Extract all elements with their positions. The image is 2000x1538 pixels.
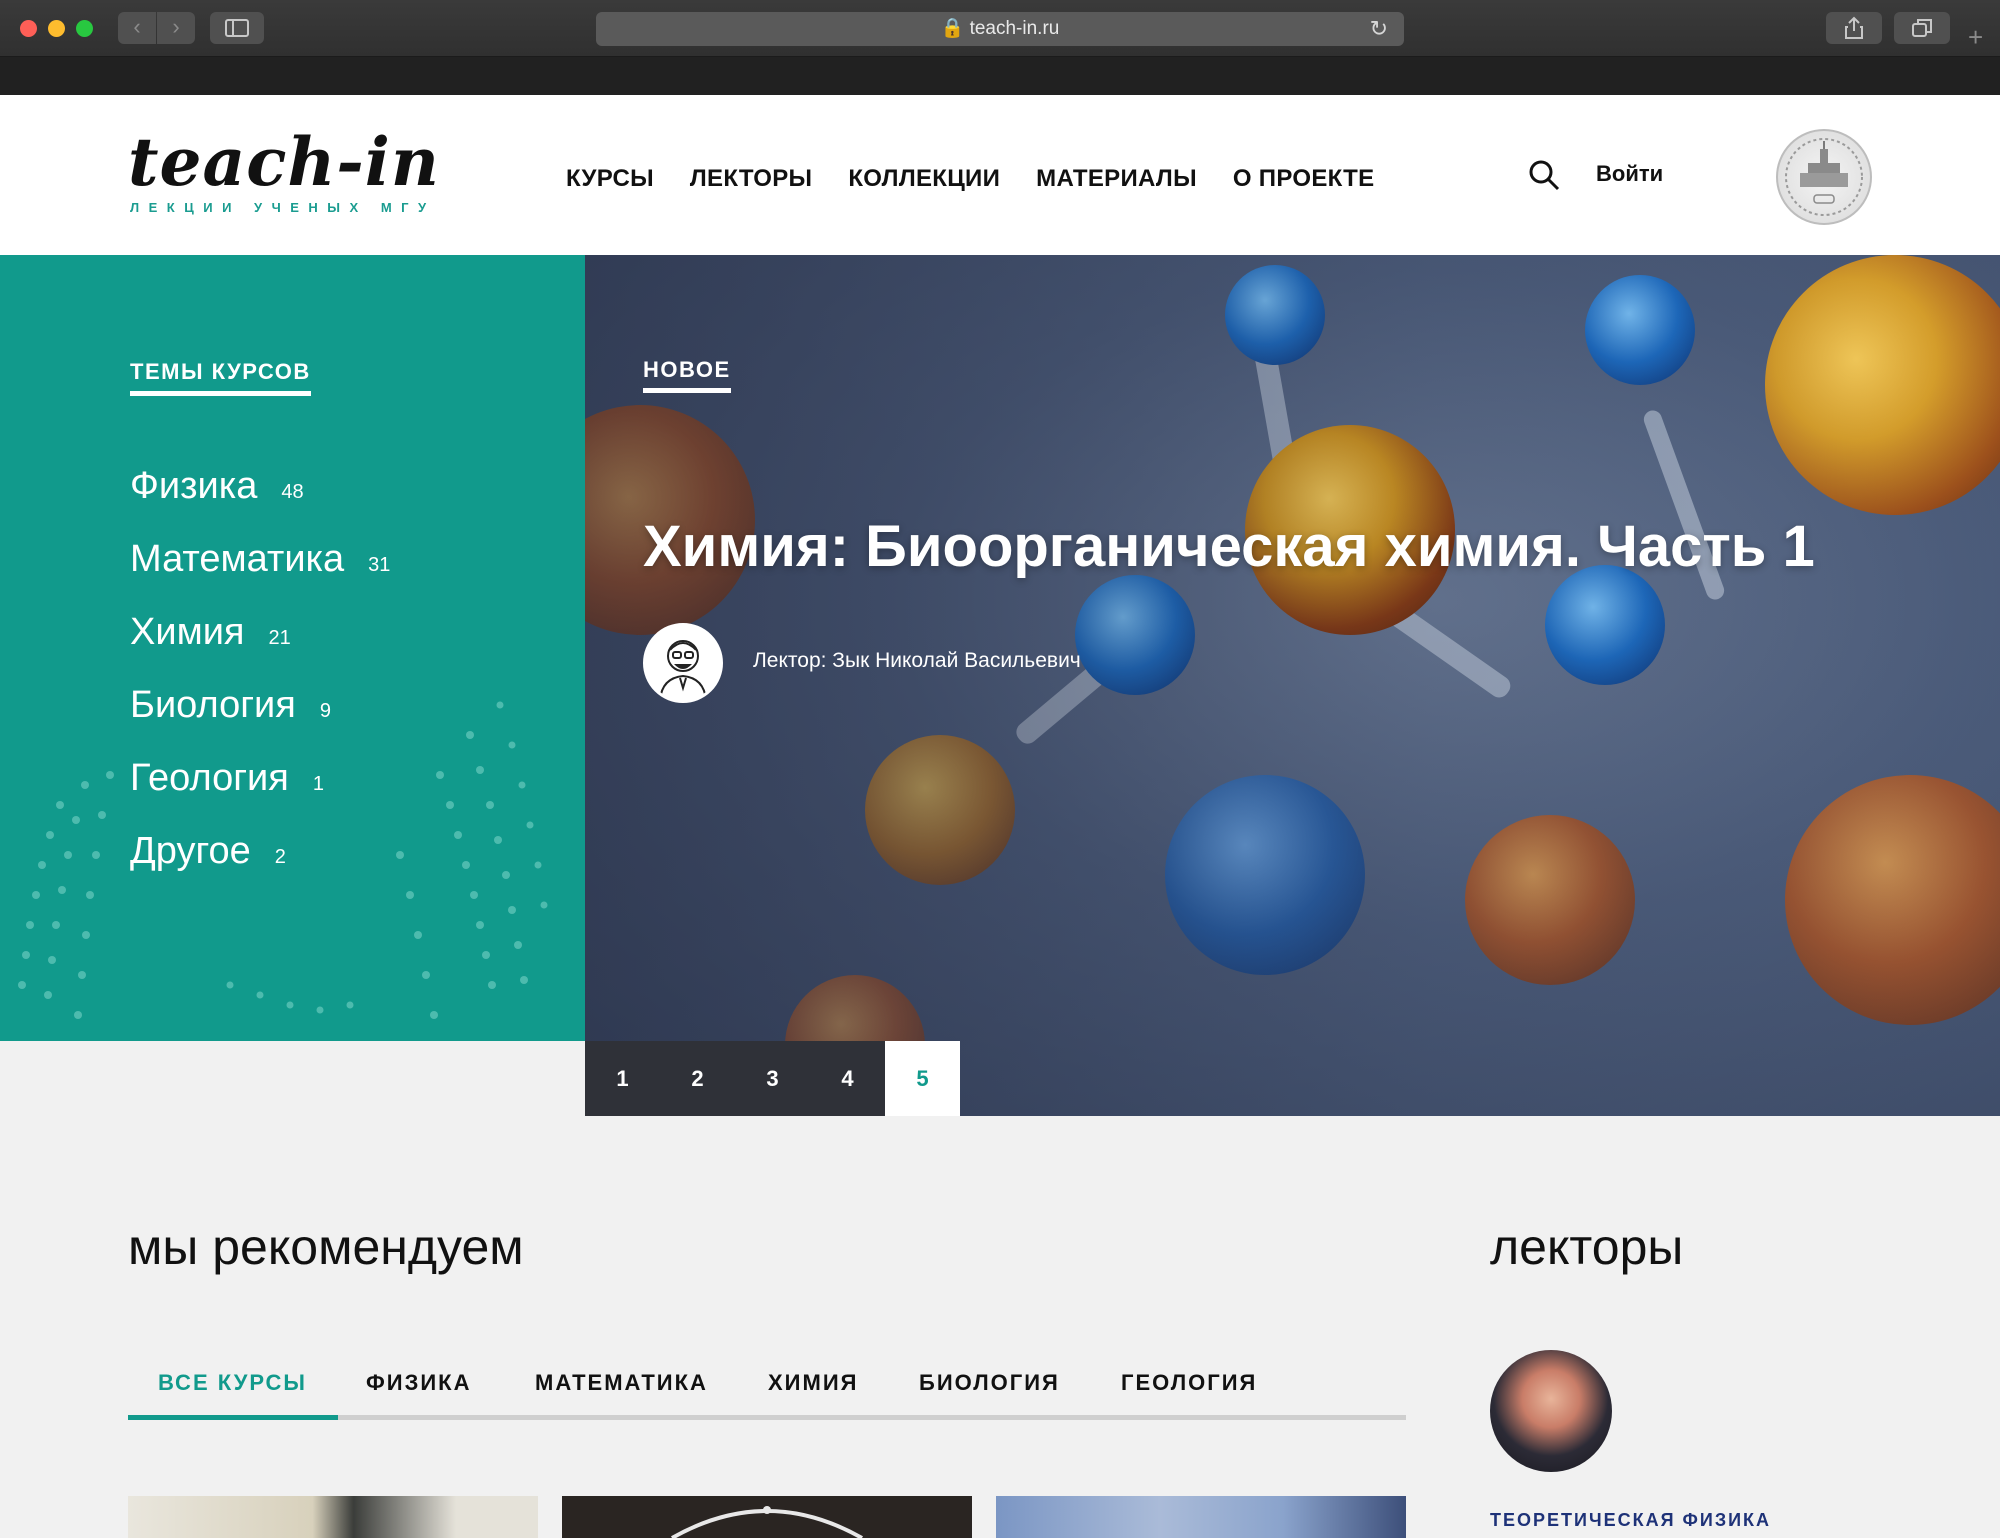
nav-courses[interactable]: КУРСЫ: [566, 165, 654, 193]
page-button-1[interactable]: 1: [585, 1041, 660, 1116]
hero-pagination: 1 2 3 4 5: [585, 1041, 960, 1116]
course-themes-panel: ТЕМЫ КУРСОВ Физика 48 Математика 31 Хими…: [0, 255, 585, 1041]
lecturers-heading: лекторы: [1490, 1219, 1684, 1275]
card-emblem-icon: [671, 1506, 863, 1538]
chevron-left-icon: ‹: [133, 14, 141, 39]
forward-button[interactable]: ›: [157, 12, 195, 44]
address-bar[interactable]: 🔒 teach-in.ru ↻: [596, 12, 1404, 46]
course-card[interactable]: [562, 1496, 972, 1538]
logo[interactable]: teach-in: [128, 123, 440, 201]
lecturer-portrait-icon: [659, 640, 707, 700]
tab-strip: [0, 57, 2000, 95]
nav-about[interactable]: О ПРОЕКТЕ: [1233, 165, 1375, 193]
browser-chrome: ‹ › 🔒 teach-in.ru ↻ +: [0, 0, 2000, 95]
tab-overview-button[interactable]: [1894, 12, 1950, 44]
theme-item-other[interactable]: Другое 2: [130, 830, 390, 903]
back-button[interactable]: ‹: [118, 12, 156, 44]
reload-icon[interactable]: ↻: [1370, 12, 1388, 46]
tab-chemistry[interactable]: ХИМИЯ: [768, 1370, 858, 1396]
theme-name: Химия: [130, 611, 245, 653]
themes-heading: ТЕМЫ КУРСОВ: [130, 359, 311, 396]
theme-item-math[interactable]: Математика 31: [130, 538, 390, 611]
hero-overlay: [585, 255, 2000, 1116]
theme-item-physics[interactable]: Физика 48: [130, 465, 390, 538]
page-button-2[interactable]: 2: [660, 1041, 735, 1116]
lecturer-photo[interactable]: [1490, 1350, 1612, 1472]
theme-count: 31: [368, 554, 391, 576]
sidebar-toggle-button[interactable]: [210, 12, 264, 44]
theme-name: Геология: [130, 757, 289, 799]
tab-geology[interactable]: ГЕОЛОГИЯ: [1121, 1370, 1257, 1396]
page-button-5-active[interactable]: 5: [885, 1041, 960, 1116]
share-icon: [1845, 16, 1863, 39]
active-tab-indicator: [128, 1415, 338, 1420]
close-window-button[interactable]: [20, 20, 37, 37]
share-button[interactable]: [1826, 12, 1882, 44]
tab-math[interactable]: МАТЕМАТИКА: [535, 1370, 708, 1396]
theme-item-chemistry[interactable]: Химия 21: [130, 611, 390, 684]
lecturer-avatar[interactable]: [643, 623, 723, 703]
tab-physics[interactable]: ФИЗИКА: [366, 1370, 472, 1396]
login-link[interactable]: Войти: [1596, 161, 1663, 187]
lecturer-category[interactable]: ТЕОРЕТИЧЕСКАЯ ФИЗИКА: [1490, 1510, 1771, 1531]
new-label: НОВОЕ: [643, 357, 731, 393]
site-header: teach-in ЛЕКЦИИ УЧЕНЫХ МГУ КУРСЫ ЛЕКТОРЫ…: [0, 95, 2000, 255]
msu-seal-logo[interactable]: [1776, 129, 1872, 225]
chevron-right-icon: ›: [172, 14, 180, 39]
minimize-window-button[interactable]: [48, 20, 65, 37]
course-card[interactable]: [128, 1496, 538, 1538]
new-tab-button[interactable]: +: [1968, 22, 1983, 53]
theme-count: 21: [268, 627, 291, 649]
search-icon[interactable]: [1528, 159, 1560, 191]
page-button-4[interactable]: 4: [810, 1041, 885, 1116]
lock-icon: 🔒: [940, 18, 965, 39]
nav-materials[interactable]: МАТЕРИАЛЫ: [1036, 165, 1197, 193]
university-building-icon: [1785, 138, 1863, 216]
logo-subtitle: ЛЕКЦИИ УЧЕНЫХ МГУ: [130, 200, 436, 215]
zoom-window-button[interactable]: [76, 20, 93, 37]
tab-all-courses[interactable]: ВСЕ КУРСЫ: [158, 1370, 307, 1396]
browser-toolbar: ‹ › 🔒 teach-in.ru ↻ +: [0, 0, 2000, 57]
recommend-heading: мы рекомендуем: [128, 1219, 524, 1275]
lecturer-name[interactable]: Лектор: Зык Николай Васильевич: [753, 649, 1081, 673]
nav-collections[interactable]: КОЛЛЕКЦИИ: [848, 165, 1000, 193]
themes-list: Физика 48 Математика 31 Химия 21 Биологи…: [130, 465, 390, 903]
hero-course-title[interactable]: Химия: Биоорганическая химия. Часть 1: [643, 513, 1815, 580]
theme-count: 2: [274, 846, 286, 868]
course-card[interactable]: [996, 1496, 1406, 1538]
page-button-3[interactable]: 3: [735, 1041, 810, 1116]
tabs-icon: [1912, 19, 1932, 37]
nav-lecturers[interactable]: ЛЕКТОРЫ: [690, 165, 812, 193]
theme-name: Биология: [130, 684, 296, 726]
theme-item-biology[interactable]: Биология 9: [130, 684, 390, 757]
theme-count: 1: [312, 773, 324, 795]
theme-name: Математика: [130, 538, 345, 580]
theme-name: Другое: [130, 830, 251, 872]
theme-count: 48: [281, 481, 304, 503]
hero-banner[interactable]: НОВОЕ Химия: Биоорганическая химия. Част…: [585, 255, 2000, 1116]
tab-biology[interactable]: БИОЛОГИЯ: [919, 1370, 1060, 1396]
theme-item-geology[interactable]: Геология 1: [130, 757, 390, 830]
recommend-tabs: ВСЕ КУРСЫ ФИЗИКА МАТЕМАТИКА ХИМИЯ БИОЛОГ…: [128, 1370, 1406, 1420]
url-text: teach-in.ru: [969, 18, 1060, 39]
main-nav: КУРСЫ ЛЕКТОРЫ КОЛЛЕКЦИИ МАТЕРИАЛЫ О ПРОЕ…: [566, 165, 1410, 193]
theme-count: 9: [319, 700, 331, 722]
theme-name: Физика: [130, 465, 258, 507]
sidebar-icon: [225, 19, 249, 37]
